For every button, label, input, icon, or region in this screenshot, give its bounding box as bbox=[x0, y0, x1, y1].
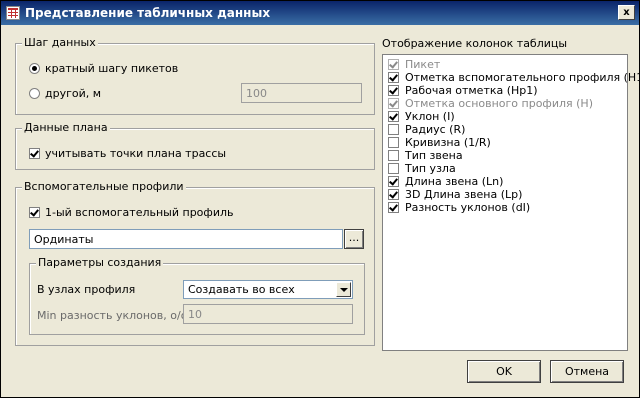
column-label: Радиус (R) bbox=[405, 123, 466, 136]
plan-points-checkbox[interactable] bbox=[29, 148, 40, 159]
column-label: Пикет bbox=[405, 58, 441, 71]
window-title: Представление табличных данных bbox=[25, 6, 271, 20]
aux-group-title: Вспомогательные профили bbox=[22, 180, 186, 193]
chevron-down-icon[interactable] bbox=[336, 282, 351, 297]
dialog-window: Представление табличных данных x Шаг дан… bbox=[0, 0, 640, 398]
column-checkbox[interactable] bbox=[388, 111, 399, 122]
plan-points-label: учитывать точки плана трассы bbox=[45, 147, 227, 160]
column-label: Рабочая отметка (Hp1) bbox=[405, 84, 538, 97]
column-label: Длина звена (Ln) bbox=[405, 175, 504, 188]
params-group: Параметры создания bbox=[29, 256, 365, 335]
column-label: Разность уклонов (dI) bbox=[405, 201, 531, 214]
column-label: Кривизна (1/R) bbox=[405, 136, 491, 149]
radio-other-step[interactable] bbox=[29, 88, 40, 99]
radio-multiple-step-label: кратный шагу пикетов bbox=[45, 62, 179, 75]
params-group-title: Параметры создания bbox=[36, 256, 164, 269]
column-checkbox[interactable] bbox=[388, 176, 399, 187]
column-checkbox[interactable] bbox=[388, 124, 399, 135]
column-checkbox[interactable] bbox=[388, 72, 399, 83]
column-checkbox[interactable] bbox=[388, 150, 399, 161]
cancel-button[interactable]: Отмена bbox=[550, 360, 624, 383]
table-icon bbox=[6, 6, 20, 20]
column-checkbox[interactable] bbox=[388, 163, 399, 174]
column-checkbox[interactable] bbox=[388, 59, 399, 70]
min-diff-label: Min разность уклонов, o/oo bbox=[37, 309, 195, 322]
column-label: Тип узла bbox=[405, 162, 456, 175]
browse-button[interactable]: ... bbox=[344, 229, 364, 249]
plan-group-title: Данные плана bbox=[22, 121, 110, 134]
columns-title: Отображение колонок таблицы bbox=[382, 37, 568, 50]
ok-button[interactable]: OK bbox=[467, 360, 541, 383]
column-label: Отметка вспомогательного профиля (H1) bbox=[405, 71, 640, 84]
column-label: Отметка основного профиля (H) bbox=[405, 97, 593, 110]
columns-list[interactable]: Пикет Отметка вспомогательного профиля (… bbox=[382, 54, 640, 351]
aux-profile-checkbox[interactable] bbox=[29, 207, 40, 218]
profile-name-input[interactable]: Ординаты bbox=[29, 229, 343, 249]
min-diff-input[interactable]: 10 bbox=[183, 304, 353, 324]
radio-multiple-step[interactable] bbox=[29, 63, 40, 74]
nodes-select[interactable]: Создавать во всех bbox=[183, 280, 353, 299]
step-group: Шаг данных bbox=[15, 36, 375, 115]
other-step-input[interactable]: 100 bbox=[241, 83, 362, 103]
column-checkbox[interactable] bbox=[388, 137, 399, 148]
nodes-select-value: Создавать во всех bbox=[188, 283, 295, 296]
column-checkbox[interactable] bbox=[388, 202, 399, 213]
radio-other-step-label: другой, м bbox=[45, 87, 102, 100]
column-checkbox[interactable] bbox=[388, 85, 399, 96]
close-button[interactable]: x bbox=[618, 5, 635, 20]
nodes-label: В узлах профиля bbox=[37, 283, 136, 296]
step-group-title: Шаг данных bbox=[22, 36, 98, 49]
column-label: 3D Длина звена (Lp) bbox=[405, 188, 523, 201]
aux-profile-label: 1-ый вспомогательный профиль bbox=[45, 206, 234, 219]
column-checkbox[interactable] bbox=[388, 98, 399, 109]
column-label: Тип звена bbox=[405, 149, 463, 162]
column-label: Уклон (I) bbox=[405, 110, 455, 123]
title-bar[interactable]: Представление табличных данных x bbox=[1, 1, 639, 25]
column-checkbox[interactable] bbox=[388, 189, 399, 200]
